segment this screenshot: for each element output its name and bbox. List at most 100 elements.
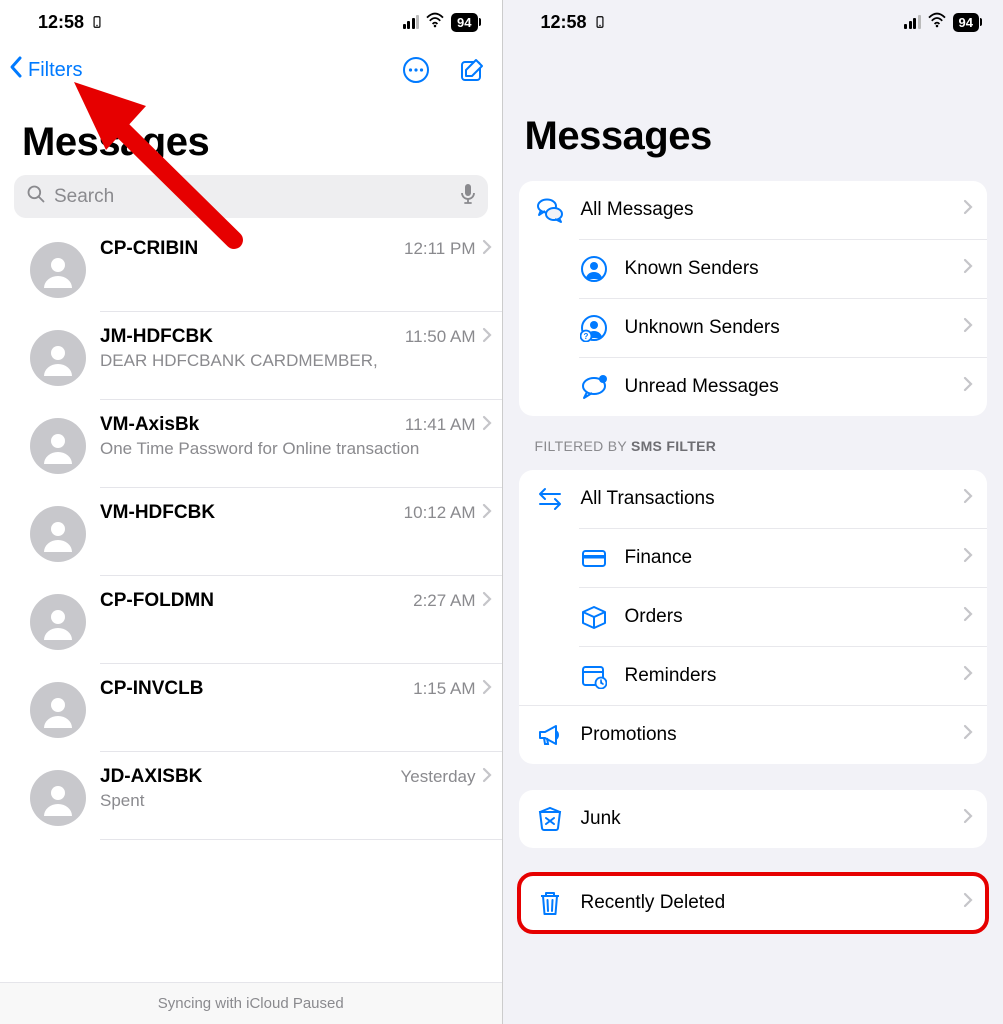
more-menu-button[interactable] — [402, 56, 430, 84]
avatar-icon — [30, 506, 86, 562]
conversation-preview — [100, 612, 492, 615]
chat-bubbles-icon — [535, 195, 565, 225]
conversation-time: Yesterday — [401, 767, 476, 787]
filter-label: Junk — [581, 808, 948, 830]
section-header: FILTERED BY SMS FILTER — [503, 416, 1003, 458]
calendar-clock-icon — [579, 661, 609, 691]
chevron-right-icon — [482, 239, 492, 260]
chevron-right-icon — [963, 724, 973, 746]
filter-label: All Messages — [581, 199, 948, 221]
conversation-time: 2:27 AM — [413, 591, 475, 611]
status-bar: 12:58 94 — [0, 0, 502, 44]
phone-right-filters-list: 12:58 94 Messages All Messages — [502, 0, 1003, 1024]
chevron-right-icon — [963, 808, 973, 830]
credit-card-icon — [579, 543, 609, 573]
chevron-right-icon — [482, 415, 492, 436]
chevron-right-icon — [963, 199, 973, 221]
avatar-icon — [30, 770, 86, 826]
svg-text:?: ? — [583, 332, 588, 341]
chevron-right-icon — [963, 606, 973, 628]
avatar-icon — [30, 682, 86, 738]
conversation-row[interactable]: VM-HDFCBK10:12 AM — [0, 488, 502, 576]
conversation-name: CP-CRIBIN — [100, 238, 198, 260]
cellular-signal-icon — [904, 15, 921, 29]
chevron-right-icon — [963, 488, 973, 510]
battery-indicator: 94 — [953, 13, 979, 32]
trash-icon — [535, 888, 565, 918]
conversation-preview: One Time Password for Online transaction — [100, 436, 492, 459]
filter-reminders[interactable]: Reminders — [579, 646, 988, 705]
chevron-right-icon — [963, 317, 973, 339]
filter-finance[interactable]: Finance — [579, 528, 988, 587]
junk-bin-icon — [535, 804, 565, 834]
conversation-time: 12:11 PM — [404, 239, 476, 259]
chevron-right-icon — [482, 767, 492, 788]
filter-label: Unread Messages — [625, 376, 948, 398]
filter-unread-messages[interactable]: Unread Messages — [579, 357, 988, 416]
chevron-right-icon — [963, 892, 973, 914]
chevron-right-icon — [482, 327, 492, 348]
conversation-list[interactable]: CP-CRIBIN 12:11 PM JM-HDFCBK11:50 AM DEAR… — [0, 224, 502, 982]
chevron-right-icon — [963, 547, 973, 569]
filter-label: Orders — [625, 606, 948, 628]
conversation-row[interactable]: JM-HDFCBK11:50 AM DEAR HDFCBANK CARDMEMB… — [0, 312, 502, 400]
status-bar: 12:58 94 — [503, 0, 1003, 44]
arrows-swap-icon — [535, 484, 565, 514]
chevron-right-icon — [963, 376, 973, 398]
conversation-name: CP-FOLDMN — [100, 590, 214, 612]
conversation-time: 10:12 AM — [404, 503, 476, 523]
conversation-row[interactable]: VM-AxisBk 11:41 AM One Time Password for … — [0, 400, 502, 488]
filter-group-recently-deleted: Recently Deleted — [519, 874, 988, 932]
conversation-time: 11:41 AM — [405, 415, 476, 435]
chevron-right-icon — [963, 258, 973, 280]
chevron-left-icon — [8, 55, 24, 85]
conversation-row[interactable]: CP-CRIBIN 12:11 PM — [0, 224, 502, 312]
filter-all-transactions[interactable]: All Transactions — [519, 470, 988, 528]
nav-bar: Filters — [0, 44, 502, 92]
person-circle-icon — [579, 254, 609, 284]
avatar-icon — [30, 242, 86, 298]
conversation-time: 11:50 AM — [405, 327, 476, 347]
filter-junk[interactable]: Junk — [519, 790, 988, 848]
compose-button[interactable] — [458, 56, 486, 84]
filter-recently-deleted[interactable]: Recently Deleted — [519, 874, 988, 932]
status-time: 12:58 — [541, 12, 587, 33]
conversation-time: 1:15 AM — [413, 679, 475, 699]
avatar-icon — [30, 418, 86, 474]
search-icon — [26, 184, 46, 209]
chat-unread-icon — [579, 372, 609, 402]
conversation-name: VM-AxisBk — [100, 414, 199, 436]
box-icon — [579, 602, 609, 632]
conversation-row[interactable]: CP-INVCLB1:15 AM — [0, 664, 502, 752]
conversation-preview: Spent — [100, 788, 492, 811]
wifi-icon — [425, 12, 445, 33]
filter-orders[interactable]: Orders — [579, 587, 988, 646]
back-label: Filters — [28, 59, 82, 82]
filter-promotions[interactable]: Promotions — [519, 705, 988, 764]
back-filters-button[interactable]: Filters — [8, 55, 82, 85]
conversation-row[interactable]: CP-FOLDMN 2:27 AM — [0, 576, 502, 664]
filter-label: Known Senders — [625, 258, 948, 280]
search-input[interactable] — [54, 186, 452, 208]
filter-group-junk: Junk — [519, 790, 988, 848]
chevron-right-icon — [482, 503, 492, 524]
dictation-icon[interactable] — [460, 183, 476, 210]
filter-label: Promotions — [581, 724, 948, 746]
avatar-icon — [30, 594, 86, 650]
status-time: 12:58 — [38, 12, 84, 33]
filter-known-senders[interactable]: Known Senders — [579, 239, 988, 298]
chevron-right-icon — [963, 665, 973, 687]
person-question-icon: ? — [579, 313, 609, 343]
battery-indicator: 94 — [451, 13, 477, 32]
wifi-icon — [927, 12, 947, 33]
location-indicator-icon — [593, 15, 607, 29]
conversation-preview: DEAR HDFCBANK CARDMEMBER, — [100, 348, 492, 371]
page-title: Messages — [0, 92, 502, 175]
search-field[interactable] — [14, 175, 488, 218]
filter-group-sms: All Transactions Finance Orders Reminder… — [519, 470, 988, 764]
conversation-name: JD-AXISBK — [100, 766, 202, 788]
conversation-row[interactable]: JD-AXISBK Yesterday Spent — [0, 752, 502, 840]
filter-all-messages[interactable]: All Messages — [519, 181, 988, 239]
filter-unknown-senders[interactable]: ? Unknown Senders — [579, 298, 988, 357]
filter-label: All Transactions — [581, 488, 948, 510]
